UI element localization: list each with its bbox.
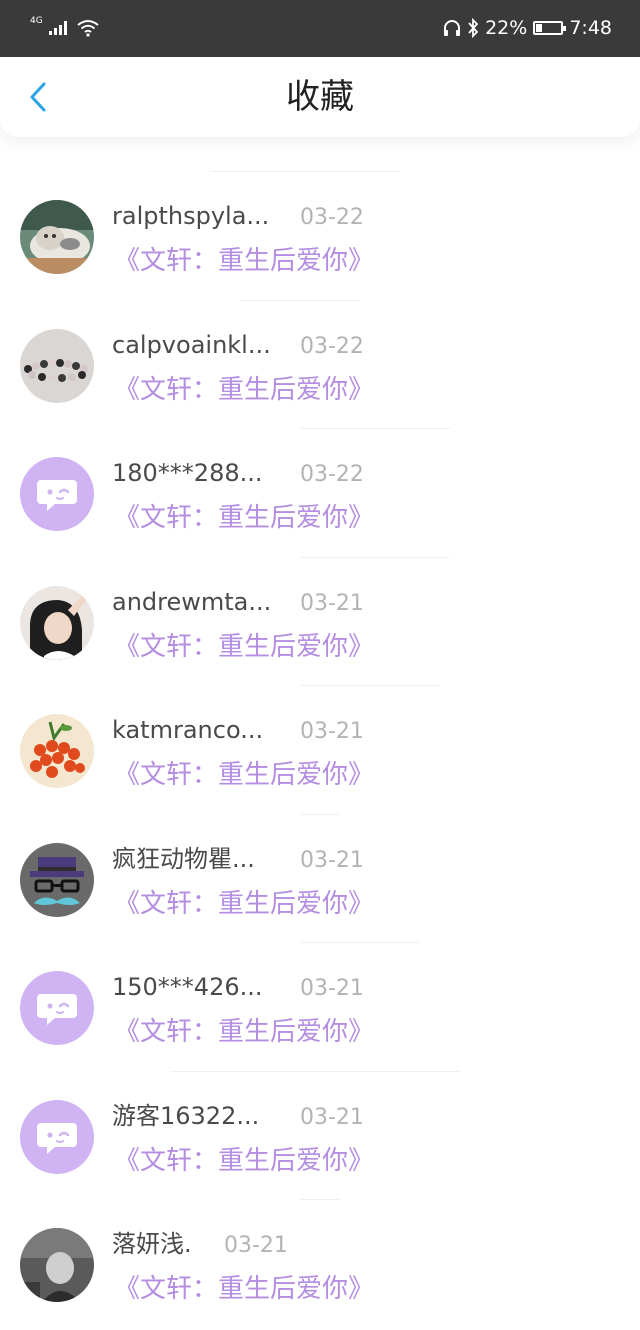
user-name: 落妍浅. [112, 1230, 192, 1258]
date-label: 03-22 [300, 205, 364, 230]
date-label: 03-21 [300, 847, 364, 873]
book-title[interactable]: 《文轩：重生后爱你》 [114, 631, 374, 663]
book-title[interactable]: 《文轩：重生后爱你》 [114, 502, 374, 534]
user-name: andrewmta... [112, 587, 272, 616]
date-label: 03-21 [300, 976, 364, 1001]
default-chat-avatar [37, 1122, 77, 1154]
bluetooth-icon [468, 18, 479, 38]
book-title[interactable]: 《文轩：重生后爱你》 [114, 1145, 374, 1177]
book-title[interactable]: 《文轩：重生后爱你》 [114, 1273, 374, 1305]
status-right: 22% 7:48 [443, 14, 612, 42]
avatar[interactable] [20, 328, 94, 403]
divider [240, 299, 360, 301]
page-title: 收藏 [286, 77, 354, 117]
divider [300, 685, 440, 686]
avatar[interactable] [20, 200, 94, 274]
network-type: 4G [30, 16, 43, 26]
clock: 7:48 [569, 17, 612, 39]
date-label: 03-22 [300, 462, 364, 487]
person-photo-avatar [20, 585, 94, 660]
avatar[interactable] [20, 457, 94, 531]
divider [300, 1199, 340, 1200]
list-item[interactable]: 150***426... 03-21 《文轩：重生后爱你》 [0, 924, 640, 1053]
cat-photo-avatar [20, 200, 94, 274]
dark-photo-avatar [20, 1228, 94, 1302]
default-chat-avatar [37, 994, 77, 1025]
book-title[interactable]: 《文轩：重生后爱你》 [114, 888, 374, 920]
user-name: katmranco... [112, 716, 264, 744]
book-title[interactable]: 《文轩：重生后爱你》 [114, 759, 374, 791]
nav-header: 收藏 [0, 57, 640, 137]
wifi-icon [77, 20, 99, 37]
list-item[interactable]: 落妍浅. 03-21 《文轩：重生后爱你》 [0, 1181, 640, 1310]
date-label: 03-21 [300, 590, 364, 616]
user-name: 游客16322... [112, 1101, 260, 1130]
list-item[interactable]: katmranco... 03-21 《文轩：重生后爱你》 [0, 667, 640, 796]
divider [210, 171, 400, 172]
date-label: 03-21 [300, 719, 364, 744]
list-item[interactable]: 180***288... 03-22 《文轩：重生后爱你》 [0, 410, 640, 539]
date-label: 03-21 [300, 1104, 364, 1130]
bracelet-photo-avatar [20, 328, 94, 403]
avatar[interactable] [20, 842, 94, 917]
hat-glasses-avatar [20, 842, 94, 917]
divider [300, 942, 420, 943]
divider [300, 556, 450, 558]
divider [170, 1070, 460, 1072]
fruit-photo-avatar [20, 714, 94, 788]
user-name: 180***288... [112, 459, 263, 487]
avatar[interactable] [20, 585, 94, 660]
divider [300, 428, 450, 429]
avatar[interactable] [20, 1099, 94, 1174]
list-item[interactable]: calpvoainkl... 03-22 《文轩：重生后爱你》 [0, 282, 640, 411]
user-name: calpvoainkl... [112, 330, 271, 359]
list-item[interactable]: andrewmta... 03-21 《文轩：重生后爱你》 [0, 539, 640, 668]
status-left: 4G [30, 14, 99, 42]
user-name: ralpthspyla... [112, 202, 270, 230]
battery-percent: 22% [485, 17, 528, 39]
date-label: 03-22 [300, 333, 364, 359]
avatar[interactable] [20, 1228, 94, 1302]
user-name: 150***426... [112, 973, 263, 1001]
user-name: 疯狂动物瞿... [112, 844, 255, 873]
avatar[interactable] [20, 971, 94, 1045]
book-title[interactable]: 《文轩：重生后爱你》 [114, 374, 374, 406]
battery-icon [533, 21, 567, 35]
avatar[interactable] [20, 714, 94, 788]
book-title[interactable]: 《文轩：重生后爱你》 [114, 1016, 374, 1048]
list-item[interactable]: 疯狂动物瞿... 03-21 《文轩：重生后爱你》 [0, 796, 640, 925]
signal-icon [48, 21, 67, 35]
default-chat-avatar [37, 480, 77, 511]
date-label: 03-21 [224, 1233, 288, 1258]
favorites-list: ralpthspyla... 03-22 《文轩：重生后爱你》 calpvoai… [0, 153, 640, 1310]
headphones-icon [444, 20, 461, 36]
status-bar: 4G 22% 7:48 [0, 0, 640, 57]
list-item[interactable]: ralpthspyla... 03-22 《文轩：重生后爱你》 [0, 153, 640, 282]
divider [300, 813, 340, 815]
book-title[interactable]: 《文轩：重生后爱你》 [114, 245, 374, 277]
list-item[interactable]: 游客16322... 03-21 《文轩：重生后爱你》 [0, 1053, 640, 1182]
